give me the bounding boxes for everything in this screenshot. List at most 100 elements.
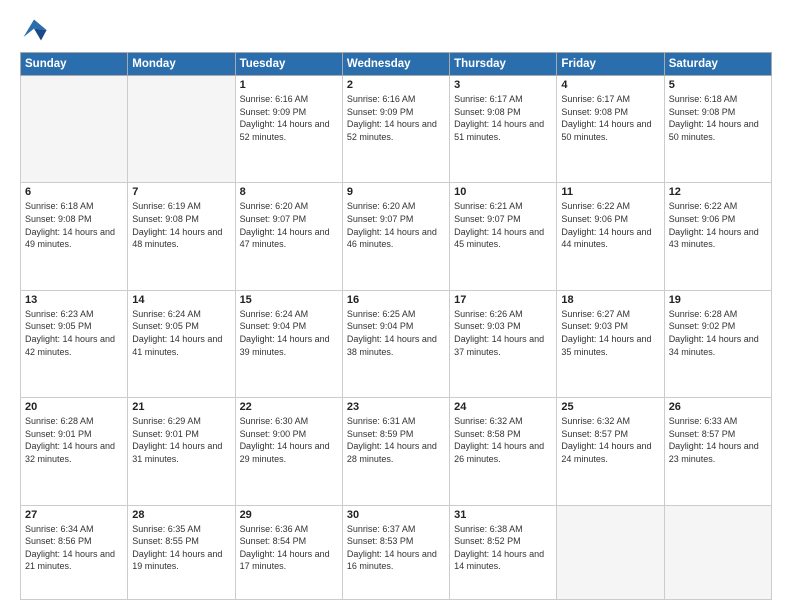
day-number: 31 xyxy=(454,509,552,521)
day-info: Sunrise: 6:19 AM Sunset: 9:08 PM Dayligh… xyxy=(132,200,230,250)
calendar-cell: 29 Sunrise: 6:36 AM Sunset: 8:54 PM Dayli… xyxy=(235,505,342,599)
day-info: Sunrise: 6:32 AM Sunset: 8:58 PM Dayligh… xyxy=(454,415,552,465)
calendar-header-sunday: Sunday xyxy=(21,53,128,76)
page-header xyxy=(20,16,772,44)
calendar-cell: 6Sunrise: 6:18 AM Sunset: 9:08 PM Daylig… xyxy=(21,183,128,290)
day-info: Sunrise: 6:28 AM Sunset: 9:02 PM Dayligh… xyxy=(669,308,767,358)
calendar-cell: 11 Sunrise: 6:22 AM Sunset: 9:06 PM Dayli… xyxy=(557,183,664,290)
day-number: 17 xyxy=(454,294,552,306)
calendar-header-saturday: Saturday xyxy=(664,53,771,76)
day-info: Sunrise: 6:34 AM Sunset: 8:56 PM Dayligh… xyxy=(25,523,123,573)
calendar-cell: 24 Sunrise: 6:32 AM Sunset: 8:58 PM Dayli… xyxy=(450,398,557,505)
calendar-cell: 28Sunrise: 6:35 AM Sunset: 8:55 PM Dayli… xyxy=(128,505,235,599)
calendar-cell: 21 Sunrise: 6:29 AM Sunset: 9:01 PM Dayli… xyxy=(128,398,235,505)
calendar-table: SundayMondayTuesdayWednesdayThursdayFrid… xyxy=(20,52,772,600)
day-info: Sunrise: 6:16 AM Sunset: 9:09 PM Dayligh… xyxy=(347,93,445,143)
day-info: Sunrise: 6:36 AM Sunset: 8:54 PM Dayligh… xyxy=(240,523,338,573)
day-number: 26 xyxy=(669,401,767,413)
day-info: Sunrise: 6:29 AM Sunset: 9:01 PM Dayligh… xyxy=(132,415,230,465)
calendar-header-tuesday: Tuesday xyxy=(235,53,342,76)
calendar-cell: 7 Sunrise: 6:19 AM Sunset: 9:08 PM Daylig… xyxy=(128,183,235,290)
day-info: Sunrise: 6:33 AM Sunset: 8:57 PM Dayligh… xyxy=(669,415,767,465)
calendar-cell: 13Sunrise: 6:23 AM Sunset: 9:05 PM Dayli… xyxy=(21,290,128,397)
calendar-header-monday: Monday xyxy=(128,53,235,76)
day-number: 16 xyxy=(347,294,445,306)
day-info: Sunrise: 6:35 AM Sunset: 8:55 PM Dayligh… xyxy=(132,523,230,573)
day-number: 23 xyxy=(347,401,445,413)
calendar-week-row: 1Sunrise: 6:16 AM Sunset: 9:09 PM Daylig… xyxy=(21,76,772,183)
day-number: 20 xyxy=(25,401,123,413)
day-number: 11 xyxy=(561,186,659,198)
calendar-header-row: SundayMondayTuesdayWednesdayThursdayFrid… xyxy=(21,53,772,76)
calendar-cell: 31 Sunrise: 6:38 AM Sunset: 8:52 PM Dayli… xyxy=(450,505,557,599)
calendar-cell: 14Sunrise: 6:24 AM Sunset: 9:05 PM Dayli… xyxy=(128,290,235,397)
day-info: Sunrise: 6:21 AM Sunset: 9:07 PM Dayligh… xyxy=(454,200,552,250)
logo-icon xyxy=(20,16,48,44)
day-info: Sunrise: 6:37 AM Sunset: 8:53 PM Dayligh… xyxy=(347,523,445,573)
logo xyxy=(20,16,52,44)
day-number: 7 xyxy=(132,186,230,198)
day-info: Sunrise: 6:22 AM Sunset: 9:06 PM Dayligh… xyxy=(561,200,659,250)
calendar-cell: 3 Sunrise: 6:17 AM Sunset: 9:08 PM Daylig… xyxy=(450,76,557,183)
day-number: 29 xyxy=(240,509,338,521)
calendar-cell: 2 Sunrise: 6:16 AM Sunset: 9:09 PM Daylig… xyxy=(342,76,449,183)
day-info: Sunrise: 6:20 AM Sunset: 9:07 PM Dayligh… xyxy=(240,200,338,250)
day-info: Sunrise: 6:31 AM Sunset: 8:59 PM Dayligh… xyxy=(347,415,445,465)
calendar-cell: 12 Sunrise: 6:22 AM Sunset: 9:06 PM Dayli… xyxy=(664,183,771,290)
calendar-cell: 20 Sunrise: 6:28 AM Sunset: 9:01 PM Dayli… xyxy=(21,398,128,505)
calendar-cell: 17 Sunrise: 6:26 AM Sunset: 9:03 PM Dayli… xyxy=(450,290,557,397)
day-number: 21 xyxy=(132,401,230,413)
day-number: 25 xyxy=(561,401,659,413)
calendar-cell: 9 Sunrise: 6:20 AM Sunset: 9:07 PM Daylig… xyxy=(342,183,449,290)
day-info: Sunrise: 6:22 AM Sunset: 9:06 PM Dayligh… xyxy=(669,200,767,250)
day-info: Sunrise: 6:30 AM Sunset: 9:00 PM Dayligh… xyxy=(240,415,338,465)
day-number: 12 xyxy=(669,186,767,198)
day-number: 15 xyxy=(240,294,338,306)
calendar-week-row: 13Sunrise: 6:23 AM Sunset: 9:05 PM Dayli… xyxy=(21,290,772,397)
calendar-cell: 19Sunrise: 6:28 AM Sunset: 9:02 PM Dayli… xyxy=(664,290,771,397)
calendar-week-row: 20 Sunrise: 6:28 AM Sunset: 9:01 PM Dayli… xyxy=(21,398,772,505)
day-info: Sunrise: 6:20 AM Sunset: 9:07 PM Dayligh… xyxy=(347,200,445,250)
calendar-header-wednesday: Wednesday xyxy=(342,53,449,76)
day-info: Sunrise: 6:17 AM Sunset: 9:08 PM Dayligh… xyxy=(454,93,552,143)
day-number: 14 xyxy=(132,294,230,306)
day-number: 3 xyxy=(454,79,552,91)
day-info: Sunrise: 6:38 AM Sunset: 8:52 PM Dayligh… xyxy=(454,523,552,573)
day-info: Sunrise: 6:32 AM Sunset: 8:57 PM Dayligh… xyxy=(561,415,659,465)
day-info: Sunrise: 6:25 AM Sunset: 9:04 PM Dayligh… xyxy=(347,308,445,358)
calendar-cell: 8 Sunrise: 6:20 AM Sunset: 9:07 PM Daylig… xyxy=(235,183,342,290)
day-number: 8 xyxy=(240,186,338,198)
calendar-cell xyxy=(664,505,771,599)
calendar-header-thursday: Thursday xyxy=(450,53,557,76)
calendar-cell: 5Sunrise: 6:18 AM Sunset: 9:08 PM Daylig… xyxy=(664,76,771,183)
day-number: 9 xyxy=(347,186,445,198)
day-info: Sunrise: 6:17 AM Sunset: 9:08 PM Dayligh… xyxy=(561,93,659,143)
day-number: 27 xyxy=(25,509,123,521)
day-number: 22 xyxy=(240,401,338,413)
day-info: Sunrise: 6:28 AM Sunset: 9:01 PM Dayligh… xyxy=(25,415,123,465)
calendar-header-friday: Friday xyxy=(557,53,664,76)
day-number: 2 xyxy=(347,79,445,91)
day-info: Sunrise: 6:16 AM Sunset: 9:09 PM Dayligh… xyxy=(240,93,338,143)
day-number: 24 xyxy=(454,401,552,413)
day-info: Sunrise: 6:24 AM Sunset: 9:04 PM Dayligh… xyxy=(240,308,338,358)
calendar-cell: 25 Sunrise: 6:32 AM Sunset: 8:57 PM Dayli… xyxy=(557,398,664,505)
calendar-cell: 27 Sunrise: 6:34 AM Sunset: 8:56 PM Dayli… xyxy=(21,505,128,599)
day-info: Sunrise: 6:18 AM Sunset: 9:08 PM Dayligh… xyxy=(669,93,767,143)
day-number: 13 xyxy=(25,294,123,306)
calendar-cell: 1Sunrise: 6:16 AM Sunset: 9:09 PM Daylig… xyxy=(235,76,342,183)
day-info: Sunrise: 6:27 AM Sunset: 9:03 PM Dayligh… xyxy=(561,308,659,358)
calendar-week-row: 27 Sunrise: 6:34 AM Sunset: 8:56 PM Dayli… xyxy=(21,505,772,599)
day-number: 18 xyxy=(561,294,659,306)
calendar-cell: 15 Sunrise: 6:24 AM Sunset: 9:04 PM Dayli… xyxy=(235,290,342,397)
day-info: Sunrise: 6:26 AM Sunset: 9:03 PM Dayligh… xyxy=(454,308,552,358)
calendar-week-row: 6Sunrise: 6:18 AM Sunset: 9:08 PM Daylig… xyxy=(21,183,772,290)
day-number: 4 xyxy=(561,79,659,91)
calendar-cell: 22 Sunrise: 6:30 AM Sunset: 9:00 PM Dayli… xyxy=(235,398,342,505)
calendar-cell: 10Sunrise: 6:21 AM Sunset: 9:07 PM Dayli… xyxy=(450,183,557,290)
calendar-cell xyxy=(21,76,128,183)
day-info: Sunrise: 6:18 AM Sunset: 9:08 PM Dayligh… xyxy=(25,200,123,250)
calendar-cell: 26 Sunrise: 6:33 AM Sunset: 8:57 PM Dayli… xyxy=(664,398,771,505)
calendar-cell: 30 Sunrise: 6:37 AM Sunset: 8:53 PM Dayli… xyxy=(342,505,449,599)
day-number: 30 xyxy=(347,509,445,521)
